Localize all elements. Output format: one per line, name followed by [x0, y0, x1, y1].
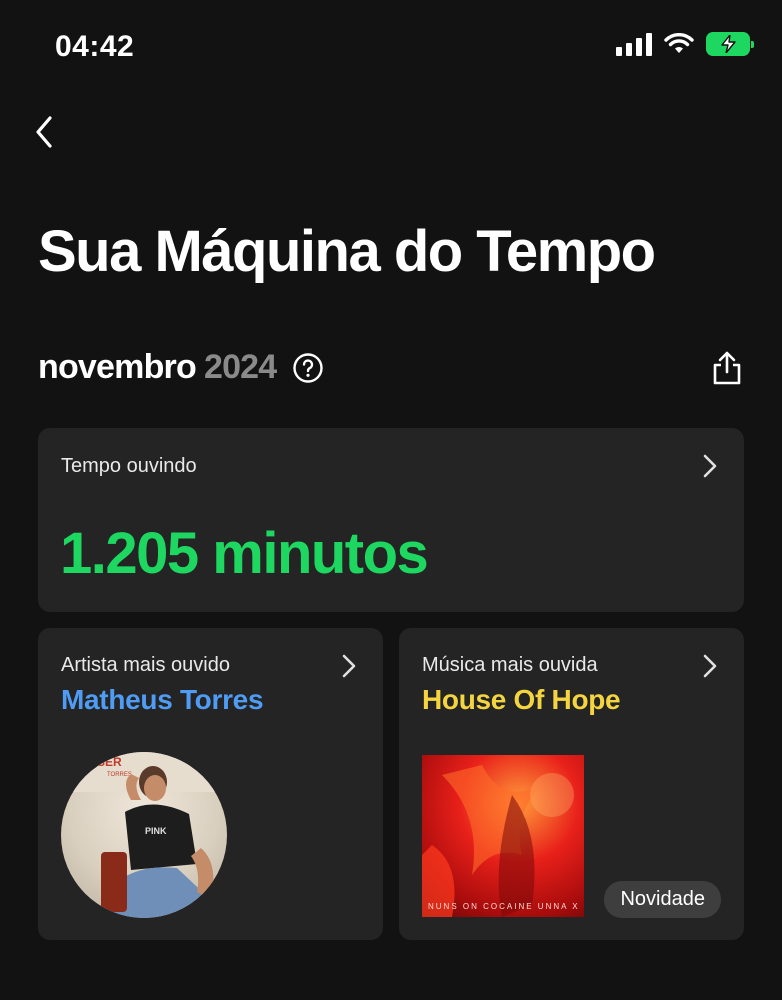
- listening-time-card[interactable]: Tempo ouvindo 1.205 minutos: [38, 428, 744, 612]
- artist-photo: SER TORRES PINK: [61, 752, 227, 918]
- top-artist-card[interactable]: Artista mais ouvido Matheus Torres SER T…: [38, 628, 383, 940]
- wifi-icon: [664, 33, 694, 53]
- svg-text:PINK: PINK: [145, 826, 167, 836]
- signal-icon: [616, 32, 652, 56]
- period-month: novembro: [38, 348, 197, 386]
- listening-time-label: Tempo ouvindo: [61, 455, 197, 477]
- svg-text:SER: SER: [97, 755, 122, 769]
- period-year: 2024: [203, 348, 277, 386]
- chevron-right-icon: [703, 454, 717, 478]
- album-cover: NUNS ON COCAINE UNNA X: [422, 755, 584, 917]
- period-selector: novembro 2024: [38, 348, 324, 387]
- help-icon[interactable]: [292, 352, 324, 384]
- screen: 04:42 Sua Máquina do Tempo novembro 2024: [0, 0, 782, 1000]
- page-title: Sua Máquina do Tempo: [38, 219, 656, 284]
- top-song-label: Música mais ouvida: [422, 654, 598, 676]
- top-artist-label: Artista mais ouvido: [61, 654, 230, 676]
- status-time: 04:42: [55, 30, 135, 63]
- back-icon[interactable]: [30, 112, 62, 152]
- chevron-right-icon: [703, 654, 717, 678]
- new-badge: Novidade: [604, 881, 721, 918]
- top-artist-name: Matheus Torres: [61, 684, 264, 715]
- listening-time-value: 1.205 minutos: [60, 521, 429, 586]
- chevron-right-icon: [342, 654, 356, 678]
- top-song-card[interactable]: Música mais ouvida House Of Hope NUNS ON…: [399, 628, 744, 940]
- album-cover-text: NUNS ON COCAINE UNNA X: [428, 902, 580, 911]
- top-song-name: House Of Hope: [422, 684, 621, 715]
- status-icons: [616, 32, 754, 56]
- battery-charging-icon: [706, 32, 754, 56]
- share-icon[interactable]: [710, 350, 744, 386]
